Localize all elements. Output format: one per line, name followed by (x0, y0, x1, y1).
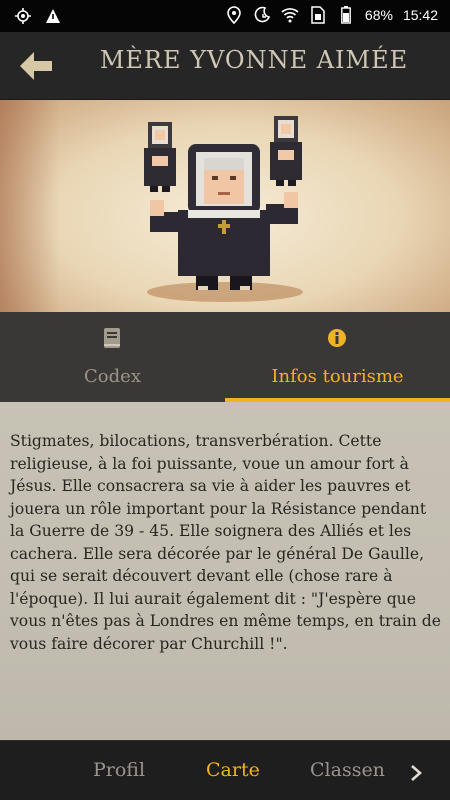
location-target-icon (14, 7, 32, 25)
tab-infos-tourisme[interactable]: Infos tourisme (225, 312, 450, 402)
tab-bar: Codex Infos tourisme (0, 312, 450, 402)
info-icon (325, 326, 349, 350)
clock: 15:42 (402, 7, 438, 23)
chevron-right-icon[interactable] (406, 763, 426, 783)
sim-card-icon (309, 6, 327, 24)
tab-codex[interactable]: Codex (0, 312, 225, 402)
status-bar: 68% 15:42 (0, 0, 450, 32)
character-illustration (0, 100, 450, 312)
nun-pixel-art (144, 116, 303, 302)
content-panel[interactable]: Stigmates, bilocations, transverbération… (0, 402, 450, 740)
tab-infos-label: Infos tourisme (271, 366, 404, 387)
battery-icon (337, 6, 355, 24)
warning-triangle-icon (44, 7, 62, 25)
location-pin-icon (225, 6, 243, 24)
nav-profil[interactable]: Profil (93, 759, 145, 781)
nav-carte[interactable]: Carte (206, 759, 260, 781)
tab-codex-label: Codex (84, 366, 141, 387)
description-text: Stigmates, bilocations, transverbération… (10, 432, 441, 653)
alarm-icon (253, 6, 271, 24)
app-header: MÈRE YVONNE AIMÉE (0, 32, 450, 100)
battery-percent: 68% (364, 7, 393, 23)
nav-classement[interactable]: Classen (310, 759, 385, 781)
back-button[interactable] (18, 50, 54, 82)
page-title: MÈRE YVONNE AIMÉE (99, 46, 409, 74)
wifi-icon (281, 6, 299, 24)
book-icon (100, 326, 124, 350)
bottom-navigation: Profil Carte Classen (0, 740, 450, 800)
back-arrow-icon (20, 52, 52, 80)
